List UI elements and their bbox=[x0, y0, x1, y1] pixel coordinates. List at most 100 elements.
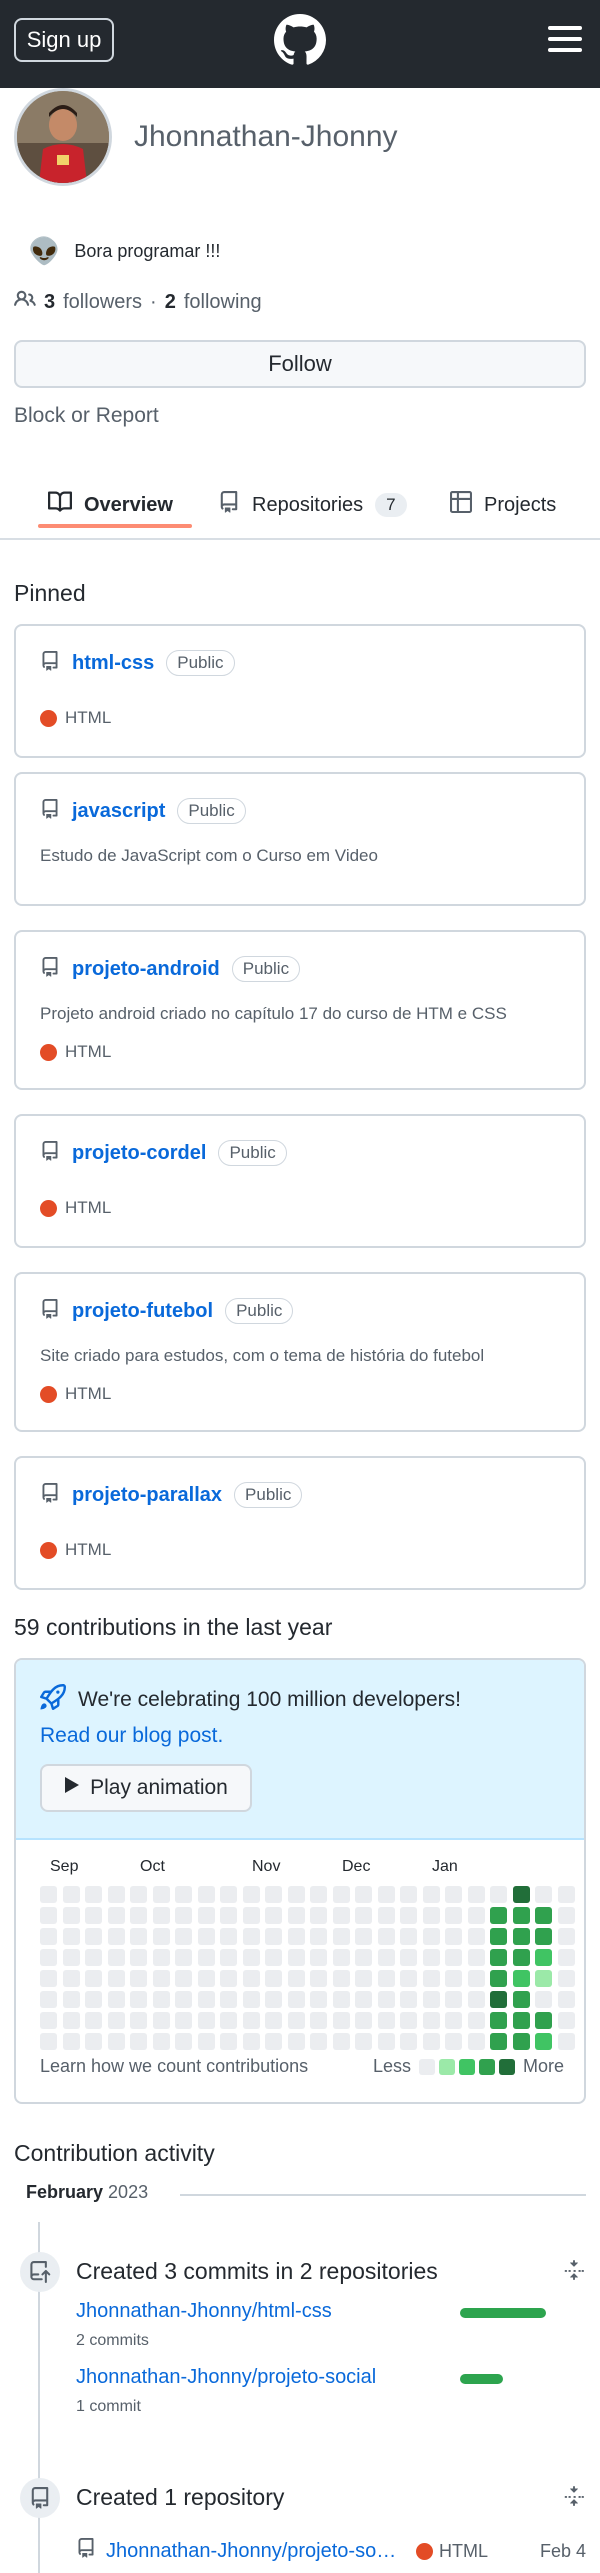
contribution-day[interactable] bbox=[220, 1928, 237, 1945]
contribution-day[interactable] bbox=[220, 2033, 237, 2050]
contribution-day[interactable] bbox=[107, 2012, 125, 2029]
contribution-day[interactable] bbox=[85, 1970, 102, 1987]
contribution-day[interactable] bbox=[535, 1886, 552, 1903]
fold-icon[interactable] bbox=[564, 2484, 584, 2514]
contribution-day[interactable] bbox=[242, 1991, 260, 2008]
contribution-day[interactable] bbox=[130, 2012, 147, 2029]
contribution-day[interactable] bbox=[175, 1991, 192, 2008]
contribution-day[interactable] bbox=[445, 2012, 462, 2029]
contribution-day[interactable] bbox=[197, 2012, 215, 2029]
contribution-day[interactable] bbox=[40, 1970, 57, 1987]
contribution-day[interactable] bbox=[175, 2012, 192, 2029]
contribution-day[interactable] bbox=[332, 1907, 350, 1924]
contribution-day[interactable] bbox=[400, 1970, 417, 1987]
contribution-day[interactable] bbox=[287, 2012, 305, 2029]
contribution-day[interactable] bbox=[265, 1907, 282, 1924]
contribution-day[interactable] bbox=[512, 1907, 530, 1924]
contribution-day[interactable] bbox=[332, 1886, 350, 1903]
contribution-day[interactable] bbox=[467, 1928, 485, 1945]
contribution-day[interactable] bbox=[152, 2033, 170, 2050]
contribution-day[interactable] bbox=[62, 1949, 80, 1966]
contribution-day[interactable] bbox=[265, 1991, 282, 2008]
repo-name-link[interactable]: projeto-cordel bbox=[72, 1142, 206, 1165]
contribution-day[interactable] bbox=[332, 1928, 350, 1945]
contribution-day[interactable] bbox=[242, 1949, 260, 1966]
contribution-day[interactable] bbox=[130, 1928, 147, 1945]
follow-button[interactable]: Follow bbox=[14, 340, 586, 388]
contribution-day[interactable] bbox=[287, 1949, 305, 1966]
contribution-day[interactable] bbox=[332, 1949, 350, 1966]
contribution-day[interactable] bbox=[490, 1907, 507, 1924]
contribution-day[interactable] bbox=[287, 1886, 305, 1903]
contribution-day[interactable] bbox=[107, 1928, 125, 1945]
contribution-day[interactable] bbox=[197, 1886, 215, 1903]
contribution-day[interactable] bbox=[85, 1907, 102, 1924]
contribution-day[interactable] bbox=[242, 2033, 260, 2050]
contribution-day[interactable] bbox=[467, 1991, 485, 2008]
contribution-day[interactable] bbox=[152, 2012, 170, 2029]
contribution-day[interactable] bbox=[310, 1886, 327, 1903]
contribution-day[interactable] bbox=[535, 2033, 552, 2050]
github-logo-icon[interactable] bbox=[274, 14, 326, 66]
contribution-day[interactable] bbox=[332, 1970, 350, 1987]
contribution-day[interactable] bbox=[557, 1886, 575, 1903]
contribution-day[interactable] bbox=[512, 2033, 530, 2050]
contribution-day[interactable] bbox=[242, 2012, 260, 2029]
contribution-day[interactable] bbox=[332, 2012, 350, 2029]
blog-post-link[interactable]: Read our blog post. bbox=[40, 1724, 223, 1748]
contribution-day[interactable] bbox=[445, 1886, 462, 1903]
contribution-day[interactable] bbox=[242, 1886, 260, 1903]
contribution-day[interactable] bbox=[220, 1970, 237, 1987]
contribution-day[interactable] bbox=[445, 1949, 462, 1966]
followers-label[interactable]: followers bbox=[63, 291, 142, 314]
following-count[interactable]: 2 bbox=[165, 291, 176, 314]
contribution-day[interactable] bbox=[355, 1949, 372, 1966]
repo-name-link[interactable]: html-css bbox=[72, 652, 154, 675]
contribution-day[interactable] bbox=[175, 1907, 192, 1924]
contribution-day[interactable] bbox=[40, 1949, 57, 1966]
contribution-day[interactable] bbox=[287, 1907, 305, 1924]
contribution-day[interactable] bbox=[265, 1928, 282, 1945]
contribution-day[interactable] bbox=[62, 1991, 80, 2008]
contribution-day[interactable] bbox=[355, 1970, 372, 1987]
contribution-day[interactable] bbox=[130, 1886, 147, 1903]
contribution-day[interactable] bbox=[130, 1991, 147, 2008]
created-repo-link[interactable]: Jhonnathan-Jhonny/projeto-social bbox=[106, 2540, 406, 2563]
contribution-day[interactable] bbox=[85, 2012, 102, 2029]
contribution-day[interactable] bbox=[512, 1991, 530, 2008]
contribution-day[interactable] bbox=[400, 1949, 417, 1966]
contribution-day[interactable] bbox=[377, 1991, 395, 2008]
contribution-day[interactable] bbox=[175, 1970, 192, 1987]
contribution-day[interactable] bbox=[62, 1928, 80, 1945]
contribution-day[interactable] bbox=[220, 1949, 237, 1966]
contribution-day[interactable] bbox=[400, 1907, 417, 1924]
contribution-day[interactable] bbox=[265, 1949, 282, 1966]
learn-contributions-link[interactable]: Learn how we count contributions bbox=[40, 2056, 308, 2077]
contribution-day[interactable] bbox=[242, 1970, 260, 1987]
contribution-day[interactable] bbox=[152, 1970, 170, 1987]
contribution-day[interactable] bbox=[400, 1928, 417, 1945]
contribution-day[interactable] bbox=[130, 1970, 147, 1987]
contribution-day[interactable] bbox=[490, 2033, 507, 2050]
contribution-day[interactable] bbox=[242, 1928, 260, 1945]
contribution-day[interactable] bbox=[490, 1991, 507, 2008]
contribution-day[interactable] bbox=[422, 2033, 440, 2050]
contribution-day[interactable] bbox=[490, 1886, 507, 1903]
contribution-day[interactable] bbox=[400, 1886, 417, 1903]
contribution-day[interactable] bbox=[467, 2033, 485, 2050]
contribution-day[interactable] bbox=[152, 1991, 170, 2008]
tab-projects[interactable]: Projects bbox=[450, 470, 556, 540]
contribution-day[interactable] bbox=[107, 1949, 125, 1966]
contribution-day[interactable] bbox=[535, 1949, 552, 1966]
contribution-day[interactable] bbox=[557, 1928, 575, 1945]
contribution-day[interactable] bbox=[62, 1970, 80, 1987]
contribution-day[interactable] bbox=[535, 1970, 552, 1987]
contribution-day[interactable] bbox=[310, 1970, 327, 1987]
contribution-day[interactable] bbox=[377, 1886, 395, 1903]
contribution-day[interactable] bbox=[422, 1970, 440, 1987]
repo-name-link[interactable]: projeto-android bbox=[72, 958, 220, 981]
contribution-day[interactable] bbox=[40, 1991, 57, 2008]
contribution-day[interactable] bbox=[422, 1949, 440, 1966]
commit-count[interactable]: 2 commits bbox=[76, 2332, 149, 2350]
contribution-day[interactable] bbox=[287, 1970, 305, 1987]
